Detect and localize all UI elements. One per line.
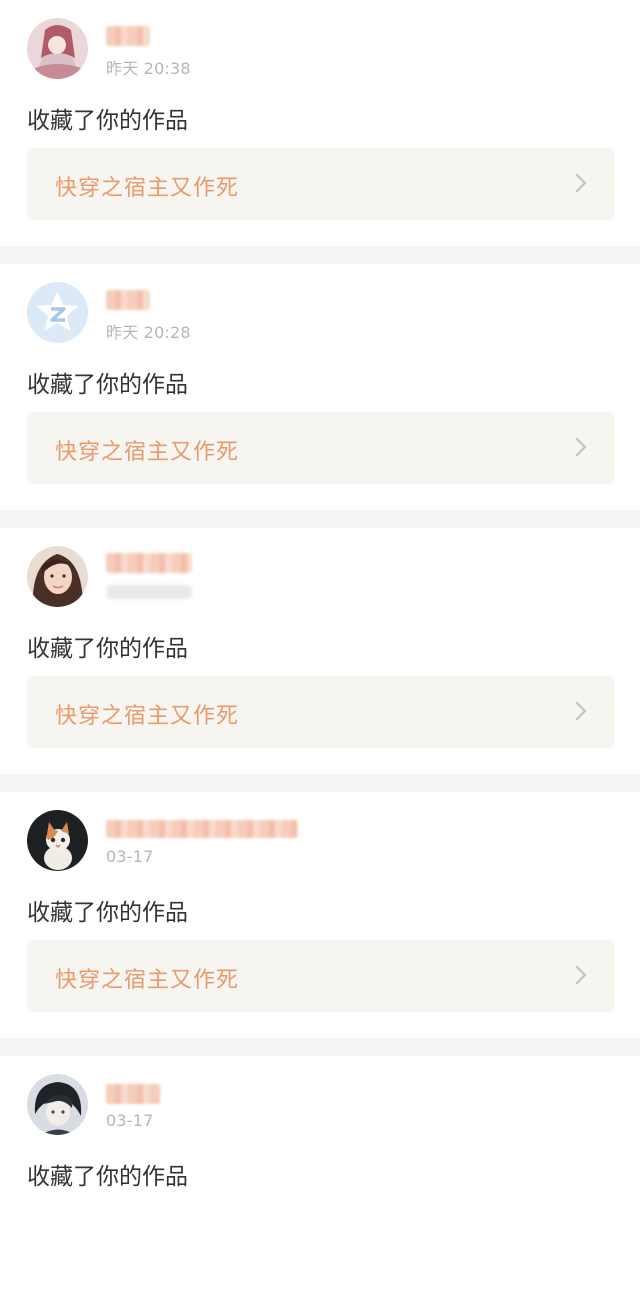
chevron-right-icon <box>575 173 587 193</box>
avatar-default-star-icon <box>27 282 88 343</box>
username-redacted[interactable] <box>106 1084 160 1104</box>
avatar[interactable] <box>27 546 88 607</box>
chevron-right-icon <box>575 965 587 985</box>
timestamp: 03-17 <box>106 847 154 866</box>
username-redacted[interactable] <box>106 290 150 310</box>
avatar[interactable] <box>27 18 88 79</box>
divider <box>0 1038 640 1056</box>
action-text: 收藏了你的作品 <box>27 372 188 398</box>
divider <box>0 246 640 264</box>
work-title: 快穿之宿主又作死 <box>55 704 240 729</box>
notification-item: 昨天 20:28 收藏了你的作品 快穿之宿主又作死 <box>0 264 640 510</box>
work-link-card[interactable]: 快穿之宿主又作死 <box>27 940 614 1012</box>
avatar[interactable] <box>27 810 88 871</box>
notification-item: 收藏了你的作品 快穿之宿主又作死 <box>0 528 640 774</box>
work-title: 快穿之宿主又作死 <box>55 440 240 465</box>
work-link-card[interactable]: 快穿之宿主又作死 <box>27 148 614 220</box>
avatar[interactable] <box>27 282 88 343</box>
username-redacted[interactable] <box>106 820 298 838</box>
username-redacted[interactable] <box>106 553 192 573</box>
notification-item: 03-17 收藏了你的作品 <box>0 1056 640 1302</box>
action-text: 收藏了你的作品 <box>27 108 188 134</box>
timestamp: 昨天 20:38 <box>106 59 191 78</box>
action-text: 收藏了你的作品 <box>27 1164 188 1190</box>
work-title: 快穿之宿主又作死 <box>55 968 240 993</box>
username-redacted[interactable] <box>106 26 150 46</box>
timestamp-redacted <box>106 585 192 599</box>
avatar[interactable] <box>27 1074 88 1135</box>
notification-item: 昨天 20:38 收藏了你的作品 快穿之宿主又作死 <box>0 0 640 246</box>
timestamp: 03-17 <box>106 1111 154 1130</box>
divider <box>0 510 640 528</box>
work-link-card[interactable]: 快穿之宿主又作死 <box>27 676 614 748</box>
work-link-card[interactable]: 快穿之宿主又作死 <box>27 412 614 484</box>
divider <box>0 774 640 792</box>
notification-feed: 昨天 20:38 收藏了你的作品 快穿之宿主又作死 昨天 20:28 收藏了你的… <box>0 0 640 1302</box>
action-text: 收藏了你的作品 <box>27 900 188 926</box>
action-text: 收藏了你的作品 <box>27 636 188 662</box>
avatar-cat-icon <box>27 810 88 871</box>
timestamp: 昨天 20:28 <box>106 323 191 342</box>
avatar-anime-girl-icon <box>27 18 88 79</box>
notification-item: 03-17 收藏了你的作品 快穿之宿主又作死 <box>0 792 640 1038</box>
avatar-anime-boy-icon <box>27 1074 88 1135</box>
chevron-right-icon <box>575 701 587 721</box>
work-title: 快穿之宿主又作死 <box>55 176 240 201</box>
chevron-right-icon <box>575 437 587 457</box>
avatar-girl-photo-icon <box>27 546 88 607</box>
